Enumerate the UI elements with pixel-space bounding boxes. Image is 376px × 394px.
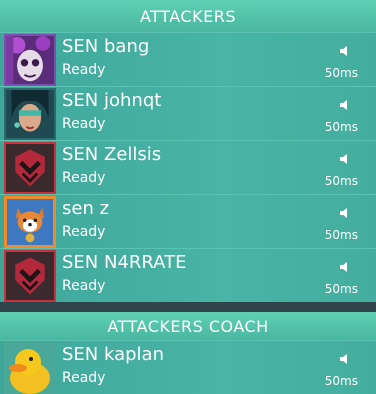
player-name: SEN Zellsis [62, 144, 162, 165]
attackers-title: ATTACKERS [140, 6, 236, 26]
speaker-icon[interactable] [338, 44, 352, 58]
speaker-icon[interactable] [338, 98, 352, 112]
player-row[interactable]: sen z Ready 50ms [0, 194, 376, 248]
speaker-icon[interactable] [338, 152, 352, 166]
red-emblem-icon [4, 142, 56, 194]
player-status: Ready [62, 278, 106, 294]
speaker-icon[interactable] [338, 352, 352, 366]
red-emblem-icon [4, 250, 56, 302]
coach-panel: ATTACKERS COACH SEN kaplan Ready 50ms [0, 312, 376, 394]
player-name: SEN bang [62, 36, 150, 57]
panel-divider [0, 302, 376, 312]
speaker-icon[interactable] [338, 206, 352, 220]
player-ping: 50ms [324, 228, 358, 242]
player-ping: 50ms [324, 282, 358, 296]
attackers-header: ATTACKERS [0, 0, 376, 32]
player-status: Ready [62, 116, 106, 132]
player-status: Ready [62, 62, 106, 78]
player-name: SEN kaplan [62, 344, 164, 365]
player-status: Ready [62, 370, 106, 386]
speaker-icon[interactable] [338, 260, 352, 274]
coach-header: ATTACKERS COACH [0, 312, 376, 340]
duck-icon [4, 342, 56, 394]
player-status: Ready [62, 170, 106, 186]
player-name: SEN N4RRATE [62, 252, 187, 273]
skull-painted-agent-icon [4, 34, 56, 86]
attackers-panel: ATTACKERS SEN bang Ready 50ms SEN johnqt… [0, 0, 376, 302]
player-ping: 50ms [324, 174, 358, 188]
player-ping: 50ms [324, 120, 358, 134]
player-row[interactable]: SEN Zellsis Ready 50ms [0, 140, 376, 194]
player-row[interactable]: SEN johnqt Ready 50ms [0, 86, 376, 140]
player-ping: 50ms [324, 374, 358, 388]
coach-title: ATTACKERS COACH [107, 316, 269, 336]
masked-agent-icon [4, 88, 56, 140]
player-ping: 50ms [324, 66, 358, 80]
player-row[interactable]: SEN bang Ready 50ms [0, 32, 376, 86]
player-name: sen z [62, 198, 110, 219]
player-status: Ready [62, 224, 106, 240]
player-row[interactable]: SEN kaplan Ready 50ms [0, 340, 376, 394]
player-name: SEN johnqt [62, 90, 162, 111]
corgi-icon [4, 196, 56, 248]
player-row[interactable]: SEN N4RRATE Ready 50ms [0, 248, 376, 302]
